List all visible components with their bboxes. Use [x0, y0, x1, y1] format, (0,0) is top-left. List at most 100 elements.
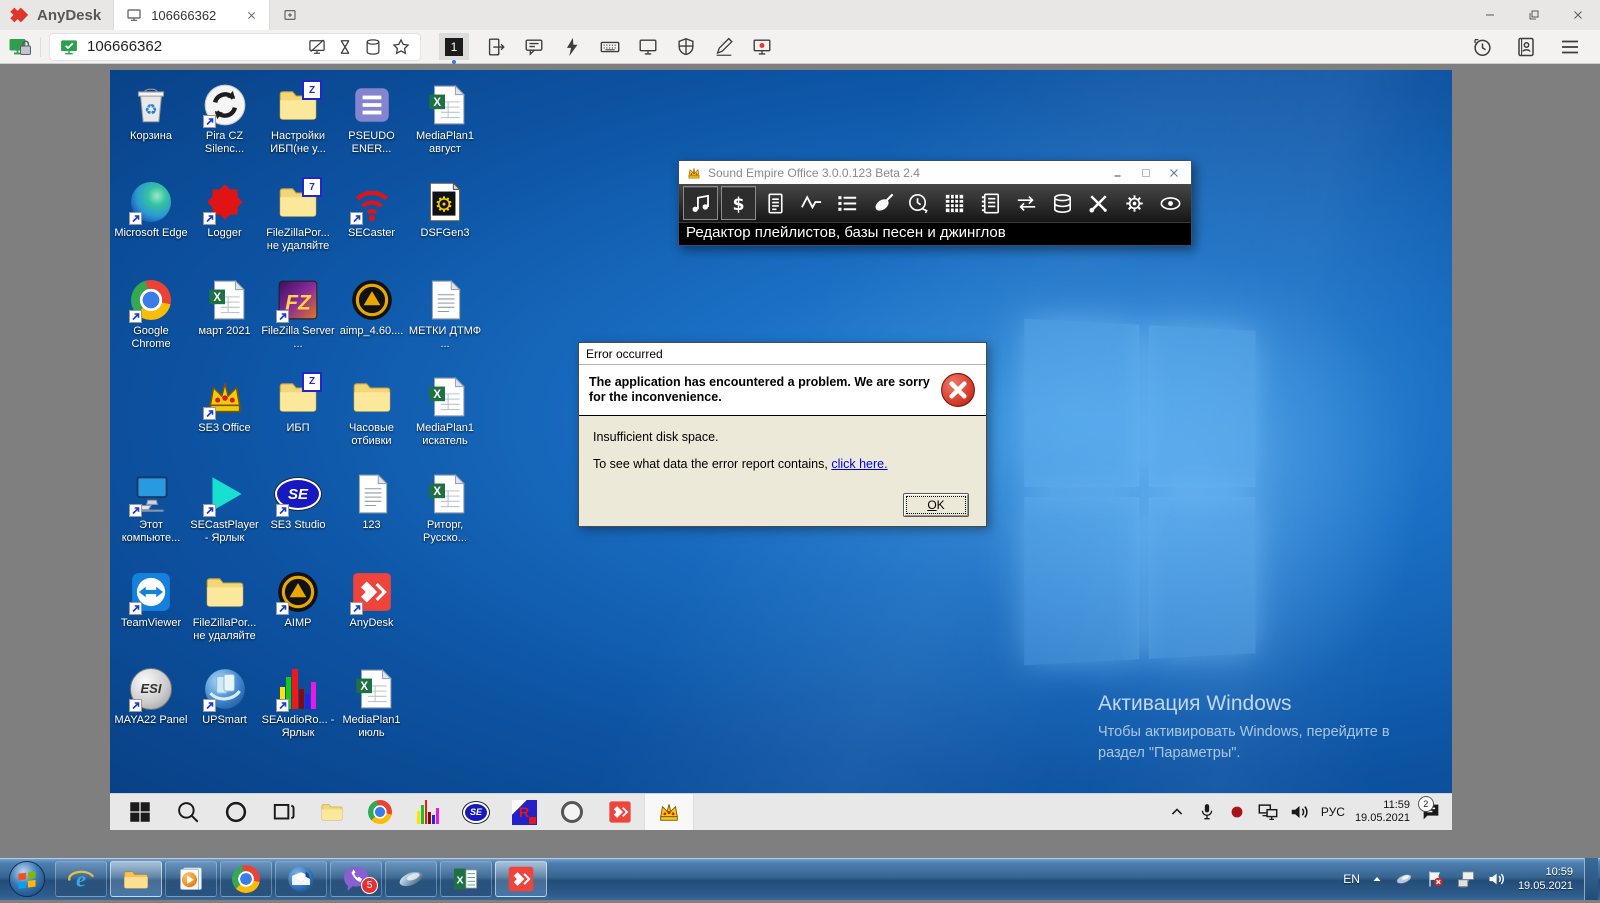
recording-indicator-icon[interactable]	[1227, 802, 1247, 822]
se-tool-monitoring[interactable]	[1154, 187, 1187, 219]
desktop-icon-excel[interactable]: XMediaPlan1 июль	[335, 666, 409, 740]
se-tool-calendar-grid[interactable]	[938, 187, 971, 219]
desktop-icon-folder[interactable]: 7FileZillaPor... не удаляйте	[261, 179, 335, 253]
desktop-icon-excel[interactable]: XMediaPlan1 искатель	[408, 374, 482, 448]
host-start-button[interactable]	[8, 860, 46, 898]
monitor-1-button[interactable]: 1	[439, 33, 469, 60]
remote-taskbar-chrome[interactable]	[356, 794, 404, 830]
show-desktop-button[interactable]	[1584, 858, 1598, 900]
tray-expand-icon[interactable]	[1167, 802, 1187, 822]
tray-expand-icon[interactable]	[1371, 873, 1383, 885]
desktop-icon-folder[interactable]: ZНастройки ИБП(не у...	[261, 82, 335, 156]
desktop-icon-pseudo[interactable]: PSEUDO ENER...	[335, 82, 409, 156]
file-transfer-button[interactable]	[485, 36, 507, 58]
se-tool-waveform[interactable]	[795, 187, 828, 219]
remote-clock[interactable]: 11:59 19.05.2021	[1355, 799, 1410, 825]
host-taskbar-media-player[interactable]	[165, 861, 217, 897]
desktop-icon-doc[interactable]: 123	[335, 471, 409, 532]
desktop-icon-edge[interactable]: Microsoft Edge	[114, 179, 188, 240]
tab-close-icon[interactable]	[246, 10, 257, 21]
host-taskbar-windows-explorer[interactable]	[110, 861, 162, 897]
host-taskbar-viber[interactable]: 5	[330, 861, 382, 897]
display-settings-button[interactable]	[637, 36, 659, 58]
keyboard-settings-button[interactable]	[599, 36, 621, 58]
desktop-icon-folder[interactable]: Часовые отбивки	[335, 374, 409, 448]
host-taskbar-chrome[interactable]	[220, 861, 272, 897]
record-session-button[interactable]	[751, 36, 773, 58]
action-center-button[interactable]: 2	[1420, 801, 1442, 823]
host-taskbar-lens-app[interactable]	[385, 861, 437, 897]
se-tool-billing[interactable]: $	[721, 186, 756, 220]
remote-taskbar-se-audio-router[interactable]	[404, 794, 452, 830]
actions-button[interactable]	[561, 36, 583, 58]
click-here-link[interactable]: click here.	[831, 457, 887, 471]
language-indicator[interactable]: РУС	[1321, 805, 1345, 819]
ok-button[interactable]: OK	[903, 493, 969, 517]
remote-taskbar-file-explorer[interactable]	[308, 794, 356, 830]
remote-taskbar-sound-empire-office[interactable]	[644, 794, 694, 830]
remote-taskbar-o-app[interactable]	[548, 794, 596, 830]
se-tool-playlist[interactable]	[831, 187, 864, 219]
desktop-icon-fz[interactable]: FZFileZilla Server ...	[261, 277, 335, 351]
desktop-icon-upsmart[interactable]: UPSmart	[188, 666, 262, 727]
se-tool-settings[interactable]	[1118, 187, 1151, 219]
host-taskbar-thunderbird[interactable]	[275, 861, 327, 897]
favorites-icon[interactable]	[391, 37, 411, 57]
window-minimize-button[interactable]	[1468, 0, 1512, 30]
session-wait-icon[interactable]	[335, 37, 355, 57]
desktop-icon-seball[interactable]: SESE3 Studio	[261, 471, 335, 532]
desktop-icon-adtile[interactable]: AnyDesk	[335, 569, 409, 630]
address-field[interactable]: 106666362	[49, 33, 421, 61]
privacy-mode-icon[interactable]	[307, 37, 327, 57]
desktop-icon-chrome[interactable]: Google Chrome	[114, 277, 188, 351]
desktop-icon-teamviewer[interactable]: TeamViewer	[114, 569, 188, 630]
host-network-icon[interactable]	[1456, 869, 1476, 889]
whiteboard-button[interactable]	[713, 36, 735, 58]
host-taskbar-anydesk[interactable]	[495, 861, 547, 897]
volume-icon[interactable]	[1289, 801, 1311, 823]
se-tool-log-notebook[interactable]	[974, 187, 1007, 219]
se-tool-documents[interactable]	[759, 187, 792, 219]
permissions-button[interactable]	[675, 36, 697, 58]
action-center-flag-icon[interactable]	[1425, 869, 1445, 889]
desktop-icon-eq[interactable]: SEAudioRo... - Ярлык	[261, 666, 335, 740]
session-tab[interactable]: 106666362	[113, 0, 270, 30]
desktop-icon-folder[interactable]: FileZillaPor... не удаляйте	[188, 569, 262, 643]
menu-button[interactable]	[1558, 35, 1582, 59]
new-session-button[interactable]	[270, 0, 310, 30]
desktop-icon-esi[interactable]: ESIMAYA22 Panel	[114, 666, 188, 727]
desktop-icon-pc[interactable]: Этот компьюте...	[114, 471, 188, 545]
remote-taskbar-task-view-button[interactable]	[260, 794, 308, 830]
error-dialog[interactable]: Error occurred The application has encou…	[578, 342, 987, 527]
address-book-button[interactable]	[1514, 35, 1538, 59]
se-tool-broadcast-dish[interactable]	[867, 187, 900, 219]
desktop-icon-sync[interactable]: Pira CZ Silenc...	[188, 82, 262, 156]
se-tool-database[interactable]	[1046, 187, 1079, 219]
desktop-icon-play[interactable]: SECastPlayer - Ярлык	[188, 471, 262, 545]
chat-button[interactable]	[523, 36, 545, 58]
sound-empire-window[interactable]: Sound Empire Office 3.0.0.123 Beta 2.4 $…	[678, 160, 1192, 246]
lens-tray-icon[interactable]	[1394, 869, 1414, 889]
remote-taskbar-cortana-button[interactable]	[212, 794, 260, 830]
microphone-icon[interactable]	[1197, 802, 1217, 822]
remote-taskbar-r-app[interactable]: R	[500, 794, 548, 830]
se-minimize-button[interactable]	[1112, 167, 1124, 179]
network-icon[interactable]	[1257, 801, 1279, 823]
host-taskbar-excel[interactable]: X	[440, 861, 492, 897]
desktop-icon-excel[interactable]: Xмарт 2021	[188, 277, 262, 338]
desktop-icon-doc[interactable]: МЕТКИ ДТМФ ...	[408, 277, 482, 351]
se-maximize-button[interactable]	[1140, 167, 1152, 179]
remote-taskbar-se3-studio[interactable]: SE	[452, 794, 500, 830]
desktop-icon-logger[interactable]: Logger	[188, 179, 262, 240]
desktop-icon-aimp[interactable]: AIMP	[261, 569, 335, 630]
se-tool-music-editor[interactable]	[683, 186, 718, 220]
host-language-indicator[interactable]: EN	[1343, 872, 1360, 886]
desktop-icon-aimp[interactable]: aimp_4.60....	[335, 277, 409, 338]
session-storage-icon[interactable]	[363, 37, 383, 57]
remote-taskbar-anydesk[interactable]	[596, 794, 644, 830]
host-taskbar-internet-explorer[interactable]: e	[55, 861, 107, 897]
desktop-icon-folder[interactable]: ZИБП	[261, 374, 335, 435]
desktop-icon-geardoc[interactable]: ⚙DSFGen3	[408, 179, 482, 240]
history-button[interactable]	[1470, 35, 1494, 59]
host-clock[interactable]: 10:59 19.05.2021	[1518, 865, 1573, 893]
